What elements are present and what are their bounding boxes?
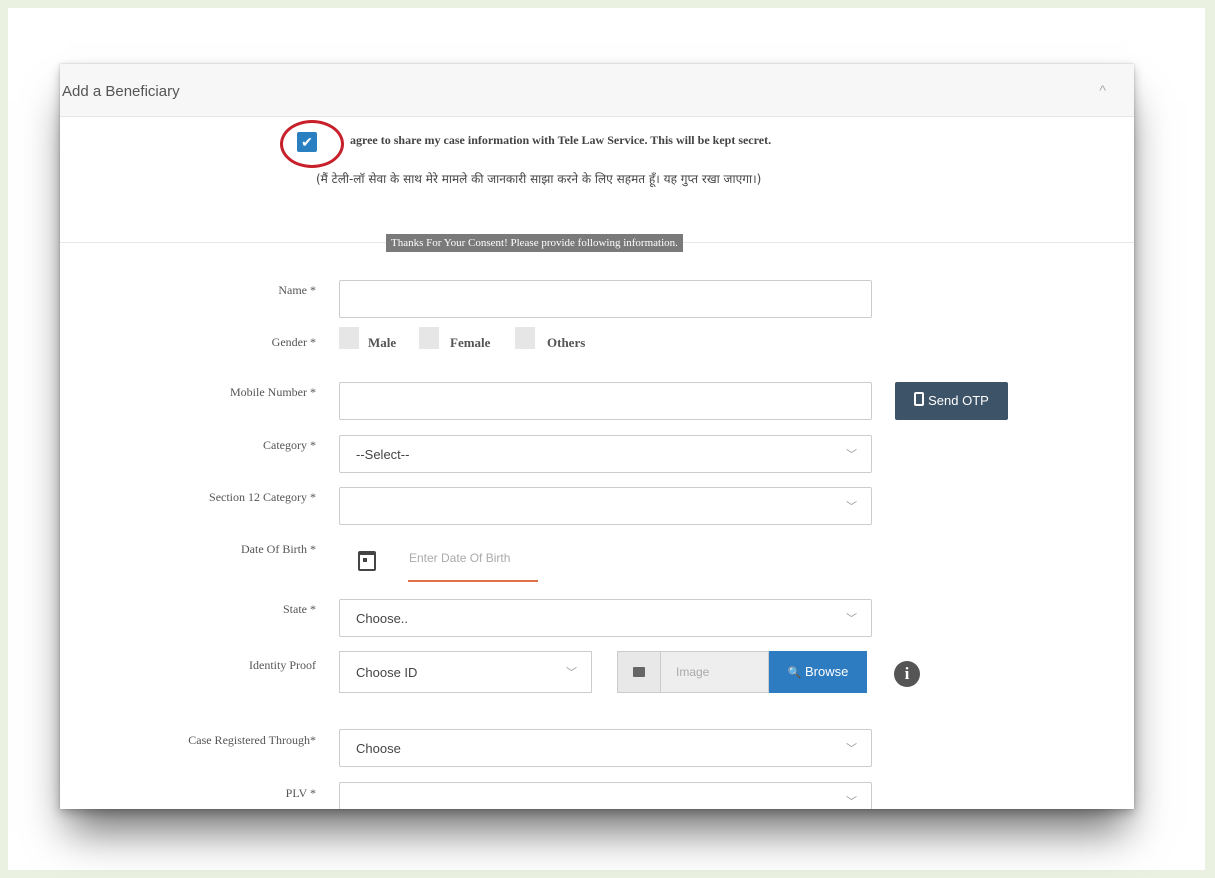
category-value: --Select-- bbox=[356, 447, 410, 462]
identity-image-upload: Image 🔍 Browse bbox=[617, 651, 867, 693]
registered-through-select[interactable]: Choose ﹀ bbox=[339, 729, 872, 767]
section12-select[interactable]: ﹀ bbox=[339, 487, 872, 525]
category-select[interactable]: --Select-- ﹀ bbox=[339, 435, 872, 473]
send-otp-button[interactable]: Send OTP bbox=[895, 382, 1008, 420]
consent-thanks-banner: Thanks For Your Consent! Please provide … bbox=[386, 234, 683, 252]
browse-label: Browse bbox=[804, 664, 849, 679]
dob-label: Date Of Birth * bbox=[241, 542, 316, 556]
plv-select[interactable]: ﹀ bbox=[339, 782, 872, 809]
consent-text-hindi: (मैं टेली-लॉ सेवा के साथ मेरे मामले की ज… bbox=[316, 172, 762, 186]
identity-proof-select[interactable]: Choose ID ﹀ bbox=[339, 651, 592, 693]
image-icon bbox=[633, 667, 645, 677]
mobile-label: Mobile Number * bbox=[230, 385, 316, 399]
section12-label: Section 12 Category * bbox=[209, 490, 316, 504]
search-icon: 🔍 bbox=[787, 667, 802, 679]
highlight-circle-annotation bbox=[280, 120, 344, 168]
state-select[interactable]: Choose.. ﹀ bbox=[339, 599, 872, 637]
gender-others-checkbox[interactable] bbox=[515, 327, 535, 349]
gender-label: Gender * bbox=[271, 335, 316, 349]
dob-input[interactable]: Enter Date Of Birth bbox=[409, 551, 510, 565]
info-icon[interactable]: i bbox=[894, 661, 920, 687]
chevron-down-icon: ﹀ bbox=[846, 743, 857, 755]
plv-label: PLV * bbox=[285, 786, 316, 800]
send-otp-label: Send OTP bbox=[928, 393, 989, 408]
mobile-phone-icon bbox=[914, 392, 925, 406]
name-input[interactable] bbox=[339, 280, 872, 318]
chevron-down-icon: ﹀ bbox=[846, 501, 857, 513]
card-header: Add a Beneficiary ^ bbox=[60, 64, 1134, 117]
collapse-chevron-icon[interactable]: ^ bbox=[1099, 82, 1106, 98]
registered-through-label: Case Registered Through* bbox=[188, 733, 316, 747]
chevron-down-icon: ﹀ bbox=[846, 449, 857, 461]
gender-female-label: Female bbox=[450, 335, 491, 350]
gender-male-checkbox[interactable] bbox=[339, 327, 359, 349]
gender-others-label: Others bbox=[547, 335, 586, 350]
name-label: Name * bbox=[278, 283, 316, 297]
registered-through-value: Choose bbox=[356, 741, 401, 756]
identity-proof-label: Identity Proof bbox=[249, 658, 316, 672]
state-label: State * bbox=[283, 602, 316, 616]
mobile-input[interactable] bbox=[339, 382, 872, 420]
card-title: Add a Beneficiary bbox=[62, 83, 180, 100]
dob-input-underline bbox=[408, 580, 538, 582]
image-placeholder: Image bbox=[676, 665, 710, 679]
calendar-icon[interactable] bbox=[358, 551, 376, 571]
state-value: Choose.. bbox=[356, 611, 409, 626]
gender-female-checkbox[interactable] bbox=[419, 327, 439, 349]
chevron-down-icon: ﹀ bbox=[846, 796, 857, 808]
category-label: Category * bbox=[263, 438, 316, 452]
chevron-down-icon: ﹀ bbox=[846, 613, 857, 625]
image-filename-field[interactable]: Image bbox=[661, 651, 769, 693]
chevron-down-icon: ﹀ bbox=[566, 667, 577, 679]
screenshot-frame: Add a Beneficiary ^ ✔ agree to share my … bbox=[8, 8, 1205, 870]
add-beneficiary-card: Add a Beneficiary ^ ✔ agree to share my … bbox=[60, 64, 1134, 809]
gender-male-label: Male bbox=[368, 335, 397, 350]
identity-proof-value: Choose ID bbox=[356, 665, 418, 680]
image-addon bbox=[617, 651, 661, 693]
consent-text-english: agree to share my case information with … bbox=[350, 133, 772, 147]
browse-button[interactable]: 🔍 Browse bbox=[769, 651, 867, 693]
